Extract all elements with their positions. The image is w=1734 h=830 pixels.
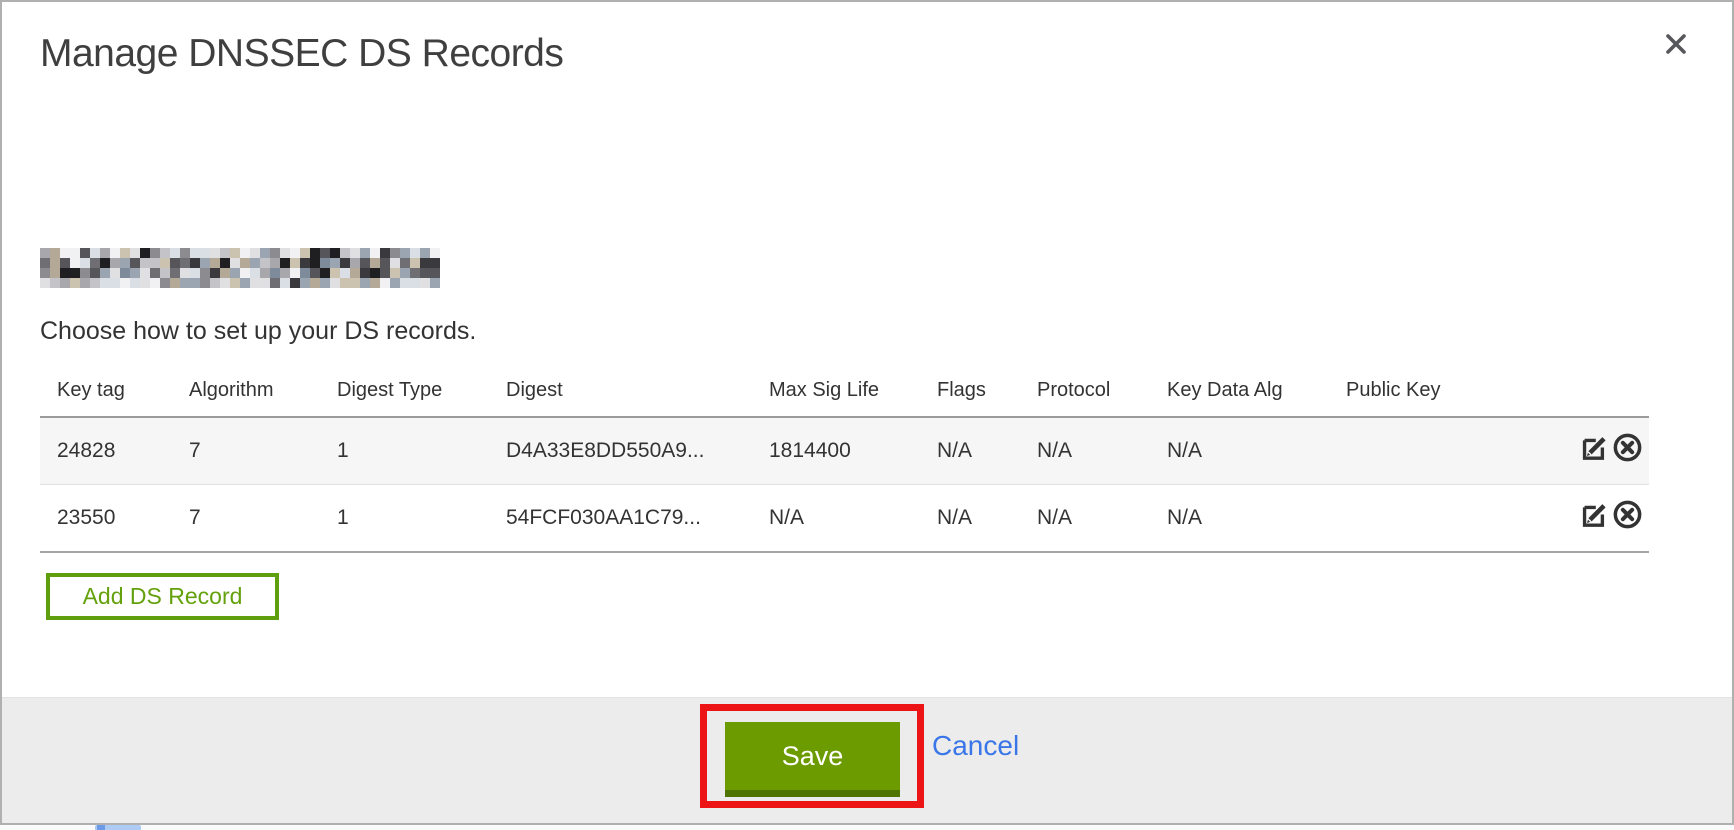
footer-bar: Save Cancel — [2, 697, 1732, 823]
circle-x-icon — [1612, 499, 1643, 530]
cancel-link[interactable]: Cancel — [932, 730, 1019, 762]
ds-records-table: Key tag Algorithm Digest Type Digest Max… — [40, 365, 1649, 553]
cell-digest-type: 1 — [320, 484, 489, 552]
x-icon — [1662, 30, 1690, 58]
cell-key-data-alg: N/A — [1150, 484, 1329, 552]
instruction-text: Choose how to set up your DS records. — [40, 317, 476, 346]
cell-digest-type: 1 — [320, 417, 489, 484]
redacted-domain-name — [40, 248, 440, 288]
cell-max-sig-life: N/A — [752, 484, 920, 552]
col-header-actions — [1554, 365, 1649, 417]
col-header-key-tag: Key tag — [40, 365, 172, 417]
table-row: 24828 7 1 D4A33E8DD550A9... 1814400 N/A … — [40, 417, 1649, 484]
background-page-fragment — [95, 825, 141, 830]
delete-record-icon[interactable] — [1612, 432, 1643, 469]
col-header-algorithm: Algorithm — [172, 365, 320, 417]
table-header-row: Key tag Algorithm Digest Type Digest Max… — [40, 365, 1649, 417]
page-title: Manage DNSSEC DS Records — [40, 32, 563, 76]
table-row: 23550 7 1 54FCF030AA1C79... N/A N/A N/A … — [40, 484, 1649, 552]
cell-protocol: N/A — [1020, 484, 1150, 552]
cell-key-data-alg: N/A — [1150, 417, 1329, 484]
edit-record-icon[interactable] — [1579, 499, 1610, 536]
edit-pencil-square-icon — [1579, 499, 1610, 530]
delete-record-icon[interactable] — [1612, 499, 1643, 536]
annotation-red-highlight: Save — [700, 704, 924, 808]
col-header-digest-type: Digest Type — [320, 365, 489, 417]
cell-digest: D4A33E8DD550A9... — [489, 417, 752, 484]
circle-x-icon — [1612, 432, 1643, 463]
cell-key-tag: 23550 — [40, 484, 172, 552]
edit-record-icon[interactable] — [1579, 432, 1610, 469]
edit-pencil-square-icon — [1579, 432, 1610, 463]
save-button[interactable]: Save — [725, 722, 900, 797]
col-header-flags: Flags — [920, 365, 1020, 417]
cell-actions — [1554, 484, 1649, 552]
cell-protocol: N/A — [1020, 417, 1150, 484]
col-header-public-key: Public Key — [1329, 365, 1554, 417]
manage-dnssec-ds-records-dialog: Manage DNSSEC DS Records Choose how to s… — [0, 0, 1734, 825]
cell-max-sig-life: 1814400 — [752, 417, 920, 484]
cell-algorithm: 7 — [172, 417, 320, 484]
cell-flags: N/A — [920, 484, 1020, 552]
add-ds-record-button[interactable]: Add DS Record — [46, 573, 279, 620]
cell-public-key — [1329, 484, 1554, 552]
cell-public-key — [1329, 417, 1554, 484]
cell-flags: N/A — [920, 417, 1020, 484]
col-header-key-data-alg: Key Data Alg — [1150, 365, 1329, 417]
col-header-max-sig-life: Max Sig Life — [752, 365, 920, 417]
cell-digest: 54FCF030AA1C79... — [489, 484, 752, 552]
col-header-digest: Digest — [489, 365, 752, 417]
cell-algorithm: 7 — [172, 484, 320, 552]
col-header-protocol: Protocol — [1020, 365, 1150, 417]
cell-key-tag: 24828 — [40, 417, 172, 484]
page-behind-modal — [0, 825, 1734, 830]
cell-actions — [1554, 417, 1649, 484]
close-icon[interactable] — [1660, 28, 1692, 60]
